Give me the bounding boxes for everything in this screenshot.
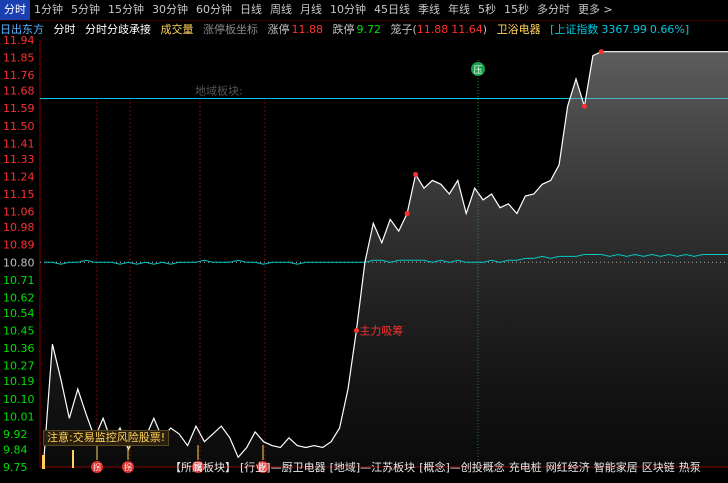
y-tick-label: 10.71 [3, 274, 35, 287]
y-tick-label: 10.19 [3, 375, 35, 388]
y-tick-label: 10.01 [3, 410, 35, 423]
y-tick-label: 11.68 [3, 85, 35, 98]
y-tick-label: 11.94 [3, 34, 35, 47]
sector-item[interactable]: [地域]—江苏板块 [330, 461, 416, 474]
signal-dot [581, 103, 587, 109]
y-tick-label: 10.54 [3, 307, 35, 320]
y-tick-label: 11.59 [3, 102, 35, 115]
top-marker-label: 压 [473, 65, 482, 76]
volume-bar [42, 455, 45, 469]
y-tick-label: 9.84 [3, 443, 28, 456]
sector-item[interactable]: 【所属板块】 [170, 461, 236, 474]
risk-warning: 注意:交易监控风险股票! [43, 430, 170, 446]
y-tick-label: 10.36 [3, 342, 35, 355]
sector-item[interactable]: [行业]—厨卫电器 [240, 461, 326, 474]
intraday-chart[interactable]: 11.94 11.85 11.76 11.68 11.59 11.50 11.41 11.33… [0, 0, 728, 483]
y-tick-label: 11.76 [3, 69, 35, 82]
y-tick-label: 10.62 [3, 291, 35, 304]
y-tick-label: 11.33 [3, 153, 35, 166]
sector-item[interactable]: 智能家居 [594, 461, 638, 474]
y-tick-label: 10.10 [3, 393, 35, 406]
signal-dot [598, 49, 604, 55]
y-tick-label: 10.80 [3, 256, 35, 269]
y-tick-label: 10.45 [3, 325, 35, 338]
y-tick-label: 10.27 [3, 360, 35, 373]
price-area [44, 51, 728, 467]
y-tick-label: 11.15 [3, 188, 35, 201]
y-tick-label: 10.89 [3, 239, 35, 252]
y-tick-label: 10.98 [3, 221, 35, 234]
signal-dot [404, 211, 410, 217]
y-tick-label: 11.50 [3, 120, 35, 133]
y-tick-label: 11.85 [3, 52, 35, 65]
sector-bar: 【所属板块】 [行业]—厨卫电器 [地域]—江苏板块 [概念]—创投概念 充电桩 网红经济… [170, 459, 728, 481]
y-tick-label: 11.24 [3, 170, 35, 183]
y-tick-label: 9.92 [3, 428, 28, 441]
turn-marker-label: 拐 [124, 462, 132, 472]
watermark-text: 地域板块: [195, 83, 243, 97]
y-tick-label: 11.06 [3, 206, 35, 219]
sector-item[interactable]: 网红经济 [546, 461, 590, 474]
turn-marker-label: 拐 [93, 462, 101, 472]
y-tick-label: 11.41 [3, 137, 35, 150]
sector-item[interactable]: 区块链 [642, 461, 675, 474]
y-tick-label: 9.75 [3, 461, 28, 474]
sector-item[interactable]: 充电桩 [509, 461, 542, 474]
sector-item[interactable]: [概念]—创投概念 [419, 461, 505, 474]
main-buy-label: 主力吸筹 [359, 324, 403, 338]
volume-bar [72, 450, 74, 468]
main-buy-dot [353, 328, 359, 334]
sector-item[interactable]: 热泵 [679, 461, 701, 474]
signal-dot [413, 172, 419, 178]
